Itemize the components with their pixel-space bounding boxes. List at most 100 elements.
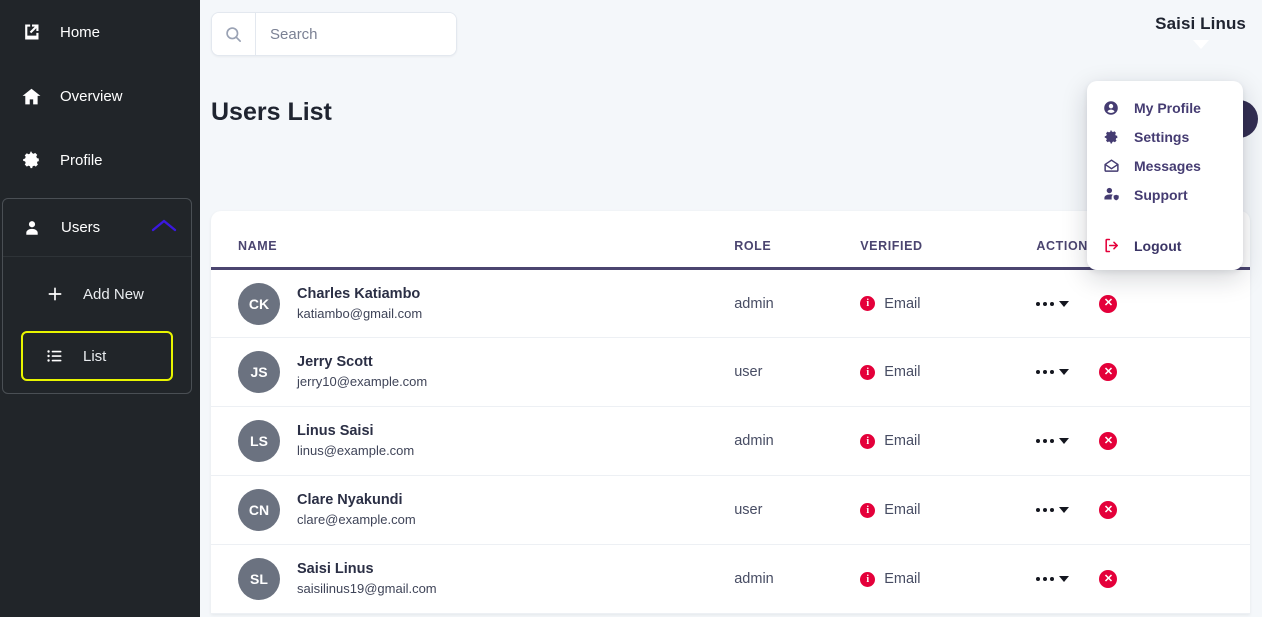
search-icon[interactable] <box>212 13 256 55</box>
table-row[interactable]: CNClare Nyakundiclare@example.comuseri Em… <box>211 476 1250 545</box>
user-name: Jerry Scott <box>297 352 427 373</box>
role-value: admin <box>734 571 774 587</box>
delete-icon[interactable]: ✕ <box>1099 363 1117 381</box>
user-name: Linus Saisi <box>297 421 414 442</box>
row-menu-icon[interactable] <box>1036 369 1069 375</box>
user-name: Saisi Linus <box>297 559 437 580</box>
user-name: Clare Nyakundi <box>297 490 416 511</box>
sidebar-item-label: Overview <box>60 88 123 105</box>
caret-down-icon <box>1193 40 1209 49</box>
menu-item-settings[interactable]: Settings <box>1087 122 1243 151</box>
row-menu-icon[interactable] <box>1036 507 1069 513</box>
menu-item-messages[interactable]: Messages <box>1087 151 1243 180</box>
logout-icon <box>1103 237 1122 254</box>
sidebar-item-users[interactable]: Users <box>3 199 191 257</box>
users-table-card: NAME ROLE VERIFIED ACTION CKCharles Kati… <box>211 211 1250 614</box>
table-row[interactable]: SL Saisi Linussaisilinus19@gmail.com admin… <box>211 545 1250 614</box>
sidebar-subitem-label: Add New <box>83 286 144 303</box>
delete-icon[interactable]: ✕ <box>1099 295 1117 313</box>
sidebar-item-label: Profile <box>60 152 103 169</box>
info-icon: i <box>860 434 875 449</box>
cell-name: CNClare Nyakundiclare@example.com <box>211 476 734 545</box>
verified-value: Email <box>884 433 920 449</box>
role-value: admin <box>734 296 774 312</box>
delete-icon[interactable]: ✕ <box>1099 432 1117 450</box>
search-bar <box>211 12 457 56</box>
account-dropdown-menu: My Profile Settings Messages <box>1087 81 1243 270</box>
user-name: Charles Katiambo <box>297 284 422 305</box>
info-icon: i <box>860 503 875 518</box>
gear-icon <box>1103 129 1122 145</box>
cell-role: admin <box>734 407 860 476</box>
verified-value: Email <box>884 364 920 380</box>
row-menu-icon[interactable] <box>1036 576 1069 582</box>
column-header-name: NAME <box>211 211 734 269</box>
menu-item-label: Logout <box>1134 238 1181 254</box>
account-circle-icon <box>1103 100 1122 116</box>
sidebar: Home Overview Profile <box>0 0 200 617</box>
cell-role: user <box>734 338 860 407</box>
avatar: CK <box>238 283 280 325</box>
menu-item-my-profile[interactable]: My Profile <box>1087 93 1243 122</box>
role-value: user <box>734 364 762 380</box>
person-shield-icon <box>1103 186 1122 203</box>
plus-icon <box>45 284 65 304</box>
sidebar-item-add-new[interactable]: Add New <box>21 269 173 319</box>
avatar: SL <box>238 558 280 600</box>
sidebar-group-users: Users Add New <box>2 198 192 394</box>
column-header-role: ROLE <box>734 211 860 269</box>
menu-item-label: My Profile <box>1134 100 1201 116</box>
verified-value: Email <box>884 571 920 587</box>
avatar: JS <box>238 351 280 393</box>
user-email: clare@example.com <box>297 511 416 530</box>
user-email: saisilinus19@gmail.com <box>297 580 437 599</box>
external-link-icon <box>20 21 42 43</box>
user-email: linus@example.com <box>297 442 414 461</box>
delete-icon[interactable]: ✕ <box>1099 570 1117 588</box>
menu-item-label: Settings <box>1134 129 1189 145</box>
chevron-up-icon[interactable] <box>151 218 177 237</box>
cell-role: admin <box>734 269 860 338</box>
row-menu-icon[interactable] <box>1036 301 1069 307</box>
verified-value: Email <box>884 296 920 312</box>
search-input[interactable] <box>256 13 456 55</box>
sidebar-item-overview[interactable]: Overview <box>0 64 200 128</box>
cell-verified: i Email <box>860 269 1036 338</box>
sidebar-item-home[interactable]: Home <box>0 0 200 64</box>
cell-action: ✕ <box>1036 545 1250 614</box>
cell-action: ✕ <box>1036 407 1250 476</box>
menu-item-label: Support <box>1134 187 1188 203</box>
cell-action: ✕ <box>1036 476 1250 545</box>
table-row[interactable]: LS Linus Saisilinus@example.com admin i Emai… <box>211 407 1250 476</box>
verified-value: Email <box>884 502 920 518</box>
page-title: Users List <box>211 98 332 127</box>
cell-action: ✕ <box>1036 269 1250 338</box>
row-menu-icon[interactable] <box>1036 438 1069 444</box>
column-header-verified: VERIFIED <box>860 211 1036 269</box>
role-value: admin <box>734 433 774 449</box>
info-icon: i <box>860 365 875 380</box>
account-menu-trigger[interactable]: Saisi Linus <box>1155 14 1246 49</box>
list-icon <box>45 346 65 366</box>
avatar: LS <box>238 420 280 462</box>
users-table: NAME ROLE VERIFIED ACTION CKCharles Kati… <box>211 211 1250 614</box>
table-row[interactable]: CKCharles Katiambokatiambo@gmail.comadmi… <box>211 269 1250 338</box>
gear-icon <box>20 149 42 171</box>
delete-icon[interactable]: ✕ <box>1099 501 1117 519</box>
menu-item-support[interactable]: Support <box>1087 180 1243 209</box>
cell-action: ✕ <box>1036 338 1250 407</box>
cell-role: user <box>734 476 860 545</box>
table-row[interactable]: JSJerry Scottjerry10@example.comuseriEma… <box>211 338 1250 407</box>
sidebar-item-label: Home <box>60 24 100 41</box>
menu-item-label: Messages <box>1134 158 1201 174</box>
sidebar-item-profile[interactable]: Profile <box>0 128 200 192</box>
cell-verified: i Email <box>860 338 1036 407</box>
cell-verified: iEmail <box>860 545 1036 614</box>
sidebar-item-list[interactable]: List <box>21 331 173 381</box>
menu-item-logout[interactable]: Logout <box>1087 231 1243 260</box>
cell-name: LS Linus Saisilinus@example.com <box>211 407 734 476</box>
cell-name: CKCharles Katiambokatiambo@gmail.com <box>211 269 734 338</box>
sidebar-subitem-label: List <box>83 348 106 365</box>
info-icon: i <box>860 296 875 311</box>
menu-divider <box>1087 209 1243 221</box>
